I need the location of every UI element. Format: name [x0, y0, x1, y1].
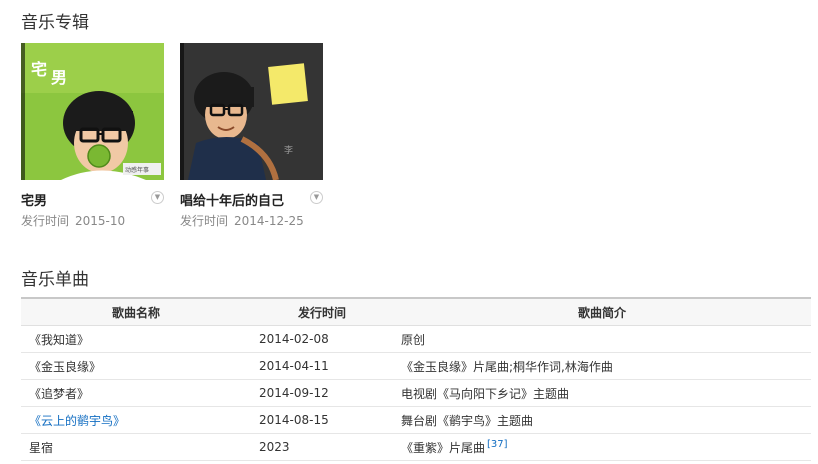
song-desc-cell: 电视剧《马向阳下乡记》主题曲 — [393, 379, 811, 407]
song-name: 《金玉良缘》 — [29, 359, 102, 374]
song-desc: 《金玉良缘》片尾曲;桐华作词,林海作曲 — [401, 359, 613, 374]
song-name-cell: 《我知道》 — [21, 325, 251, 353]
song-desc-cell: 《金玉良缘》片尾曲;桐华作词,林海作曲 — [393, 352, 811, 380]
column-header-name: 歌曲名称 — [21, 298, 251, 326]
album-name-2[interactable]: 唱给十年后的自己 — [180, 194, 284, 209]
album-date-1: 发行时间 2015-10 — [21, 212, 164, 229]
song-name-cell: 《金玉良缘》 — [21, 352, 251, 380]
song-date-cell: 2014-02-08 — [251, 325, 393, 353]
album-cover-image-1: 宅 男 动感年事 — [21, 43, 164, 180]
singles-section-title: 音乐单曲 — [21, 270, 89, 290]
song-date-cell: 2014-08-15 — [251, 406, 393, 434]
album-date-label: 发行时间 — [180, 214, 229, 228]
album-cover-image-2: 李 — [180, 43, 323, 180]
table-row: 《追梦者》 2014-09-12 电视剧《马向阳下乡记》主题曲 — [21, 379, 811, 407]
song-date-cell: 2023 — [251, 433, 393, 461]
reference-link[interactable]: [37] — [487, 439, 508, 450]
song-name-link[interactable]: 《云上的鹡宇鸟》 — [29, 414, 125, 428]
song-name-cell[interactable]: 《云上的鹡宇鸟》 — [21, 406, 251, 434]
song-date-cell: 2014-09-12 — [251, 379, 393, 407]
table-row: 星宿 2023 《重紫》片尾曲 [37] — [21, 433, 811, 461]
song-desc-cell: 原创 — [393, 325, 811, 353]
svg-text:李: 李 — [284, 144, 293, 156]
chevron-down-icon[interactable]: ▼ — [151, 191, 164, 204]
song-desc: 原创 — [401, 332, 426, 347]
album-card-2[interactable]: 李 唱给十年后的自己 ▼ 发行时间 2014-12-25 — [180, 43, 323, 229]
song-desc: 舞台剧《鹡宇鸟》主题曲 — [401, 413, 534, 428]
song-desc: 《重紫》片尾曲 — [401, 440, 486, 455]
song-name-cell: 星宿 — [21, 433, 251, 461]
table-row: 《云上的鹡宇鸟》 2014-08-15 舞台剧《鹡宇鸟》主题曲 — [21, 406, 811, 434]
song-name: 《我知道》 — [29, 332, 90, 347]
svg-text:动感年事: 动感年事 — [125, 166, 149, 174]
album-cover-spine — [180, 43, 184, 180]
column-header-desc: 歌曲简介 — [393, 298, 811, 326]
album-name-1[interactable]: 宅男 — [21, 194, 47, 209]
column-header-date: 发行时间 — [251, 298, 393, 326]
album-card-1[interactable]: 宅 男 动感年事 宅男 ▼ 发行时间 2015-10 — [21, 43, 164, 229]
chevron-down-icon[interactable]: ▼ — [310, 191, 323, 204]
song-desc: 电视剧《马向阳下乡记》主题曲 — [401, 386, 570, 401]
table-header-row: 歌曲名称 发行时间 歌曲简介 — [21, 298, 811, 326]
song-desc-cell: 《重紫》片尾曲 [37] — [393, 433, 811, 461]
album-date-2: 发行时间 2014-12-25 — [180, 212, 323, 229]
album-cover-1[interactable]: 宅 男 动感年事 — [21, 43, 164, 180]
song-name: 星宿 — [29, 440, 54, 455]
albums-section-title: 音乐专辑 — [21, 13, 89, 33]
album-date-value: 2014-12-25 — [234, 214, 304, 228]
song-date-cell: 2014-04-11 — [251, 352, 393, 380]
song-name: 《追梦者》 — [29, 386, 90, 401]
song-desc-cell: 舞台剧《鹡宇鸟》主题曲 — [393, 406, 811, 434]
svg-text:宅: 宅 — [31, 60, 47, 79]
singles-table: 歌曲名称 发行时间 歌曲简介 《我知道》 2014-02-08 原创《金玉良缘》 20… — [21, 297, 811, 461]
table-row: 《我知道》 2014-02-08 原创 — [21, 325, 811, 353]
song-name-cell: 《追梦者》 — [21, 379, 251, 407]
table-row: 《金玉良缘》 2014-04-11 《金玉良缘》片尾曲;桐华作词,林海作曲 — [21, 352, 811, 380]
album-cover-spine — [21, 43, 25, 180]
svg-text:男: 男 — [51, 68, 67, 87]
album-date-value: 2015-10 — [75, 214, 126, 228]
album-cover-2[interactable]: 李 — [180, 43, 323, 180]
album-date-label: 发行时间 — [21, 214, 70, 228]
